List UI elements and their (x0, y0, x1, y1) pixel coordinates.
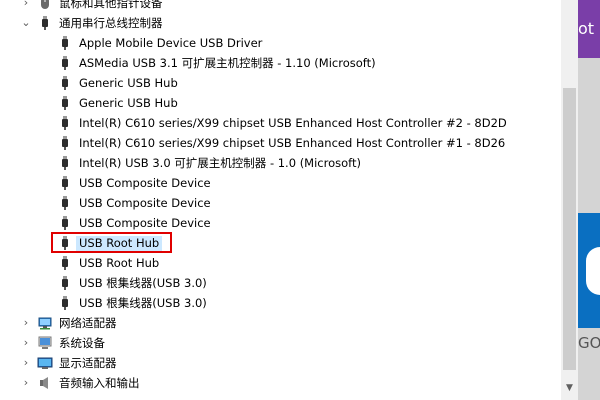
tree-item-item-19[interactable]: › 音频输入和输出 (0, 373, 561, 393)
tree-item-label: 网络适配器 (59, 316, 117, 330)
usb-plug-icon (57, 95, 73, 111)
tree-item-label: Intel(R) USB 3.0 可扩展主机控制器 - 1.0 (Microso… (79, 156, 361, 170)
tree-item-label: USB Composite Device (79, 216, 211, 230)
tree-item-apple-mobile-device-usb-driver[interactable]: Apple Mobile Device USB Driver (0, 33, 561, 53)
tree-item-label: 系统设备 (59, 336, 105, 350)
tree-item-usb-usb-3-0[interactable]: USB 根集线器(USB 3.0) (0, 273, 561, 293)
tree-item-label: USB 根集线器(USB 3.0) (79, 296, 207, 310)
expand-chevron-icon[interactable]: › (20, 317, 32, 329)
tree-item-label: Apple Mobile Device USB Driver (79, 36, 263, 50)
tree-item-usb-root-hub[interactable]: USB Root Hub (0, 233, 561, 253)
tree-item-label: Generic USB Hub (79, 76, 178, 90)
tree-item-intel-r-c610-series-x99-chipset-usb-enhanced-host-controller-1-8d26[interactable]: Intel(R) C610 series/X99 chipset USB Enh… (0, 133, 561, 153)
usb-plug-icon (57, 195, 73, 211)
display-adapter-icon (37, 355, 53, 371)
tree-item-usb-composite-device[interactable]: USB Composite Device (0, 173, 561, 193)
expand-chevron-icon[interactable]: › (20, 337, 32, 349)
tree-item-item-1[interactable]: ⌄ 通用串行总线控制器 (0, 13, 561, 33)
tree-item-label: 音频输入和输出 (59, 376, 140, 390)
tree-item-item-18[interactable]: › 显示适配器 (0, 353, 561, 373)
background-gray-text: GO (578, 334, 600, 352)
usb-plug-icon (57, 135, 73, 151)
expand-chevron-icon[interactable]: › (20, 0, 32, 9)
tree-item-intel-r-c610-series-x99-chipset-usb-enhanced-host-controller-2-8d2d[interactable]: Intel(R) C610 series/X99 chipset USB Enh… (0, 113, 561, 133)
tree-item-label: USB 根集线器(USB 3.0) (79, 276, 207, 290)
tree-item-label: Intel(R) C610 series/X99 chipset USB Enh… (79, 116, 507, 130)
tree-item-usb-composite-device[interactable]: USB Composite Device (0, 213, 561, 233)
tree-item-intel-r-usb-3-0-1-0-microsoft[interactable]: Intel(R) USB 3.0 可扩展主机控制器 - 1.0 (Microso… (0, 153, 561, 173)
tree-item-label: USB Composite Device (79, 196, 211, 210)
usb-plug-icon (57, 115, 73, 131)
tree-item-label: Intel(R) C610 series/X99 chipset USB Enh… (79, 136, 506, 150)
background-blue-tile (578, 213, 600, 328)
scroll-down-arrow-icon[interactable]: ▼ (561, 380, 578, 397)
tree-item-item-17[interactable]: › 系统设备 (0, 333, 561, 353)
tree-item-label: 通用串行总线控制器 (59, 16, 163, 30)
mouse-icon (37, 0, 53, 11)
tree-item-label: Generic USB Hub (79, 96, 178, 110)
tree-item-usb-composite-device[interactable]: USB Composite Device (0, 193, 561, 213)
tree-item-label: 显示适配器 (59, 356, 117, 370)
usb-plug-icon (57, 155, 73, 171)
tree-item-usb-root-hub[interactable]: USB Root Hub (0, 253, 561, 273)
tree-item-label: 鼠标和其他指针设备 (59, 0, 163, 10)
background-tile-text: ot (578, 19, 595, 38)
tree-item-item-16[interactable]: › 网络适配器 (0, 313, 561, 333)
background-tile-shape (586, 247, 600, 295)
usb-controller-icon (37, 15, 53, 31)
tree-item-asmedia-usb-3-1-1-10-microsoft[interactable]: ASMedia USB 3.1 可扩展主机控制器 - 1.10 (Microso… (0, 53, 561, 73)
background-window: ot GO (578, 0, 600, 400)
device-tree: › 鼠标和其他指针设备 ⌄ 通用串行总线控制器 Apple Mobile Device … (0, 0, 561, 400)
usb-plug-icon (57, 255, 73, 271)
tree-item-label: USB Root Hub (76, 236, 163, 251)
scrollbar-thumb[interactable] (563, 88, 576, 370)
usb-plug-icon (57, 235, 73, 251)
usb-plug-icon (57, 175, 73, 191)
expand-chevron-icon[interactable]: › (20, 357, 32, 369)
usb-plug-icon (57, 75, 73, 91)
background-purple-tile: ot (578, 0, 600, 58)
network-adapter-icon (37, 315, 53, 331)
tree-item-item-0[interactable]: › 鼠标和其他指针设备 (0, 0, 561, 13)
usb-plug-icon (57, 55, 73, 71)
tree-item-generic-usb-hub[interactable]: Generic USB Hub (0, 93, 561, 113)
speaker-icon (37, 375, 53, 391)
vertical-scrollbar[interactable]: ▼ (561, 0, 578, 400)
system-device-icon (37, 335, 53, 351)
tree-item-label: USB Root Hub (79, 256, 160, 270)
usb-plug-icon (57, 275, 73, 291)
usb-plug-icon (57, 215, 73, 231)
usb-plug-icon (57, 295, 73, 311)
tree-item-generic-usb-hub[interactable]: Generic USB Hub (0, 73, 561, 93)
collapse-chevron-icon[interactable]: ⌄ (20, 17, 32, 29)
tree-item-label: ASMedia USB 3.1 可扩展主机控制器 - 1.10 (Microso… (79, 56, 376, 70)
usb-plug-icon (57, 35, 73, 51)
expand-chevron-icon[interactable]: › (20, 377, 32, 389)
tree-item-usb-usb-3-0[interactable]: USB 根集线器(USB 3.0) (0, 293, 561, 313)
tree-item-label: USB Composite Device (79, 176, 211, 190)
